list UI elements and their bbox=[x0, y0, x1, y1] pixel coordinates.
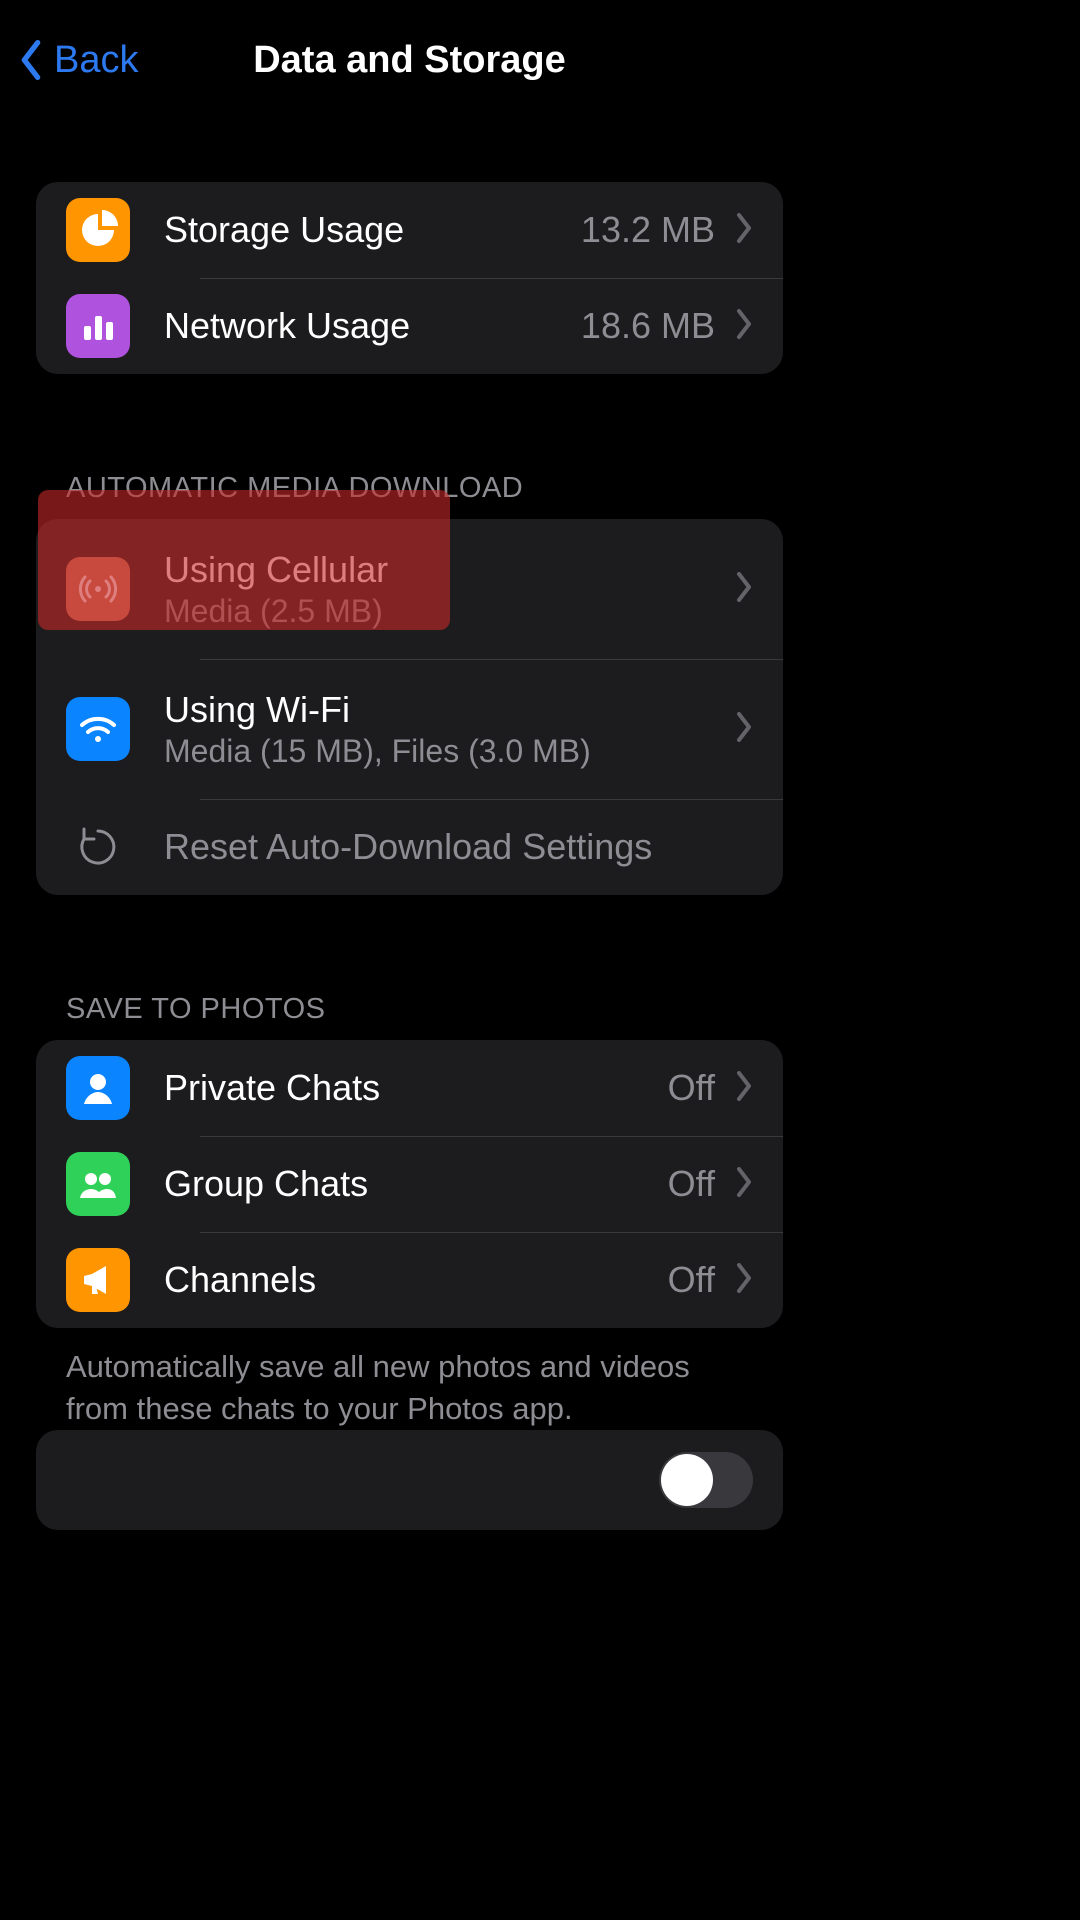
pie-chart-icon bbox=[66, 198, 130, 262]
toggle-switch[interactable] bbox=[659, 1452, 753, 1508]
back-label: Back bbox=[54, 39, 138, 82]
megaphone-icon bbox=[66, 1248, 130, 1312]
network-usage-label: Network Usage bbox=[164, 305, 569, 347]
chevron-right-icon bbox=[735, 712, 753, 747]
auto-reset-row[interactable]: Reset Auto-Download Settings bbox=[36, 799, 783, 895]
auto-wifi-sub: Media (15 MB), Files (3.0 MB) bbox=[164, 733, 715, 770]
auto-download-group: Using Cellular Media (2.5 MB) Using Wi-F… bbox=[36, 519, 783, 895]
save-private-label: Private Chats bbox=[164, 1067, 656, 1109]
network-usage-value: 18.6 MB bbox=[581, 305, 715, 347]
bar-chart-icon bbox=[66, 294, 130, 358]
storage-usage-label: Storage Usage bbox=[164, 209, 569, 251]
storage-usage-row[interactable]: Storage Usage 13.2 MB bbox=[36, 182, 783, 278]
save-photos-footer: Automatically save all new photos and vi… bbox=[0, 1328, 819, 1430]
chevron-right-icon bbox=[735, 1263, 753, 1298]
partial-next-group bbox=[36, 1430, 783, 1530]
antenna-icon bbox=[66, 557, 130, 621]
save-private-row[interactable]: Private Chats Off bbox=[36, 1040, 783, 1136]
auto-cellular-sub: Media (2.5 MB) bbox=[164, 593, 715, 630]
save-channels-row[interactable]: Channels Off bbox=[36, 1232, 783, 1328]
auto-cellular-row[interactable]: Using Cellular Media (2.5 MB) bbox=[36, 519, 783, 659]
save-group-value: Off bbox=[668, 1163, 715, 1205]
chevron-right-icon bbox=[735, 572, 753, 607]
chevron-right-icon bbox=[735, 309, 753, 344]
reset-icon bbox=[66, 815, 130, 879]
network-usage-row[interactable]: Network Usage 18.6 MB bbox=[36, 278, 783, 374]
save-private-value: Off bbox=[668, 1067, 715, 1109]
auto-cellular-label: Using Cellular bbox=[164, 549, 715, 591]
auto-wifi-row[interactable]: Using Wi-Fi Media (15 MB), Files (3.0 MB… bbox=[36, 659, 783, 799]
chevron-right-icon bbox=[735, 1167, 753, 1202]
save-photos-group: Private Chats Off Group Chats Off Channe… bbox=[36, 1040, 783, 1328]
save-group-label: Group Chats bbox=[164, 1163, 656, 1205]
auto-download-header: AUTOMATIC MEDIA DOWNLOAD bbox=[0, 472, 819, 519]
group-icon bbox=[66, 1152, 130, 1216]
storage-usage-value: 13.2 MB bbox=[581, 209, 715, 251]
page-title: Data and Storage bbox=[253, 39, 566, 82]
chevron-right-icon bbox=[735, 213, 753, 248]
usage-group: Storage Usage 13.2 MB Network Usage 18.6… bbox=[36, 182, 783, 374]
save-group-row[interactable]: Group Chats Off bbox=[36, 1136, 783, 1232]
back-button[interactable]: Back bbox=[18, 39, 138, 82]
chevron-right-icon bbox=[735, 1071, 753, 1106]
save-channels-value: Off bbox=[668, 1259, 715, 1301]
save-photos-header: SAVE TO PHOTOS bbox=[0, 993, 819, 1040]
nav-bar: Back Data and Storage bbox=[0, 0, 819, 120]
auto-reset-label: Reset Auto-Download Settings bbox=[164, 826, 753, 868]
auto-wifi-label: Using Wi-Fi bbox=[164, 689, 715, 731]
chevron-left-icon bbox=[18, 40, 44, 80]
person-icon bbox=[66, 1056, 130, 1120]
save-channels-label: Channels bbox=[164, 1259, 656, 1301]
wifi-icon bbox=[66, 697, 130, 761]
